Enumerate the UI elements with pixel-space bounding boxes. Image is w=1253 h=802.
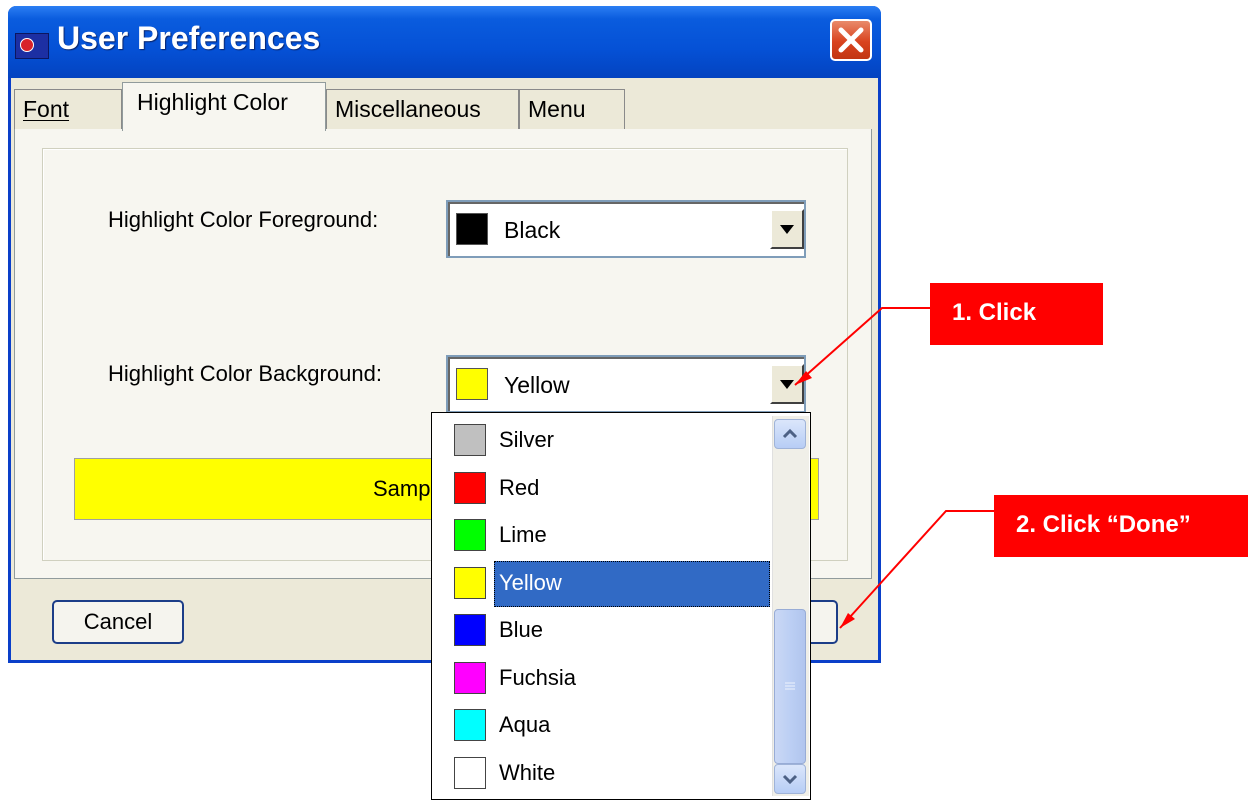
arrow-step-2 (839, 510, 994, 629)
tab-highlight-color-label: Highlight Color (137, 89, 288, 115)
tab-highlight-color[interactable]: Highlight Color (122, 82, 326, 131)
arrow-step-1 (794, 307, 930, 386)
